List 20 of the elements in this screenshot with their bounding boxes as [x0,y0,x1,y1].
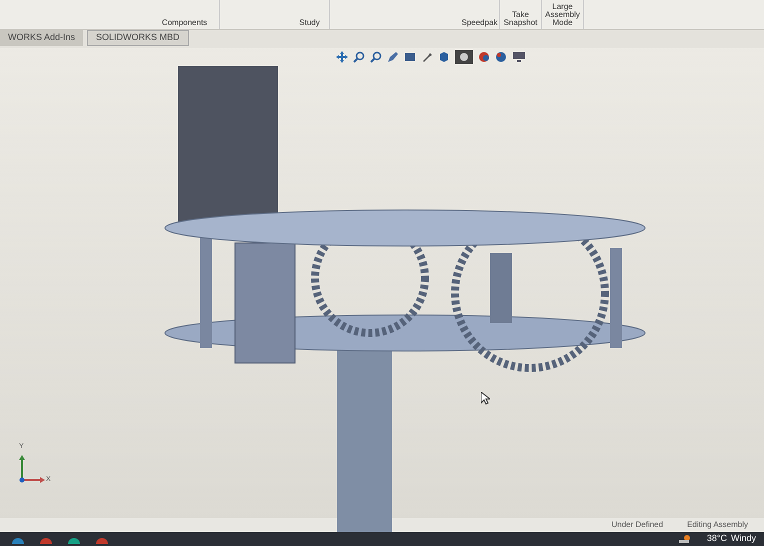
ribbon-button[interactable]: Speedpak [460,0,500,29]
weather-text[interactable]: Windy [730,532,756,546]
zoom-area-icon[interactable] [370,51,382,63]
status-text: Under Defined [611,519,664,531]
move-icon[interactable] [336,51,348,63]
cursor-icon [481,392,490,405]
ribbon-button[interactable]: Components [150,0,220,29]
display-style-icon[interactable] [455,50,473,64]
ribbon-button[interactable]: Large Assembly Mode [542,0,584,29]
ribbon-tab[interactable]: SOLIDWORKS MBD [87,30,189,46]
zoom-icon[interactable] [353,51,365,63]
monitor-icon[interactable] [512,51,526,63]
ribbon-tab[interactable]: WORKS Add-Ins [0,30,84,46]
axis-triad-icon [16,454,46,484]
ribbon-button[interactable]: Study [290,0,330,29]
weather-icon[interactable] [678,534,691,544]
status-text: Editing Assembly [687,519,748,531]
temperature-text[interactable]: 38°C [706,532,727,546]
pencil-icon[interactable] [387,51,399,63]
ribbon-button[interactable]: Take Snapshot [500,0,542,29]
